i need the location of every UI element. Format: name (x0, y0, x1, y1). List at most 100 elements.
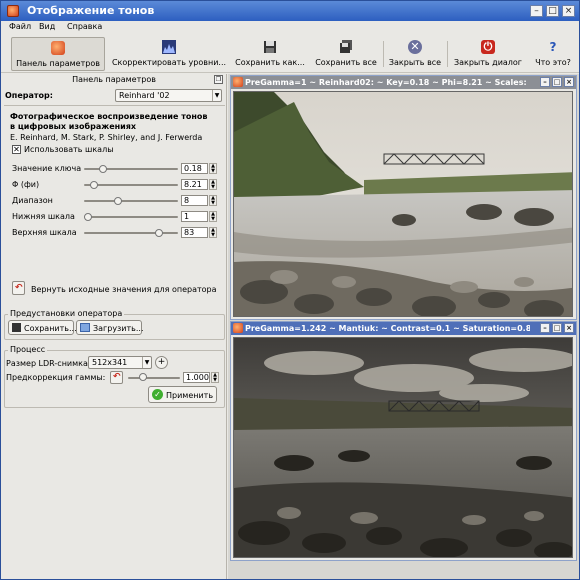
maximize-button[interactable]: □ (552, 323, 562, 333)
use-scales-checkbox[interactable]: ✕ (12, 145, 21, 154)
slider-spinbox[interactable]: 83 (181, 227, 208, 238)
slider-thumb[interactable] (90, 181, 98, 189)
spin-arrows[interactable]: ▲ ▼ (209, 179, 217, 190)
maximize-button[interactable]: □ (546, 5, 559, 17)
slider-spinbox[interactable]: 1 (181, 211, 208, 222)
slider-label: Верхняя шкала (12, 228, 77, 237)
menu-view[interactable]: Вид (39, 22, 55, 31)
menu-bar: Файл Вид Справка (1, 21, 579, 35)
spin-arrows[interactable]: ▲ ▼ (209, 227, 217, 238)
slider-spinbox[interactable]: 8.21 (181, 179, 208, 190)
power-icon: ⏻ (481, 40, 495, 54)
slider-value: 8 (184, 196, 190, 205)
close-all-icon: ✕ (408, 40, 422, 54)
app-icon (233, 77, 243, 87)
toolbar-separator (447, 41, 448, 67)
slider-value: 83 (184, 228, 195, 237)
adjust-levels-button[interactable]: Скорректировать уровни... (109, 37, 229, 71)
gamma-slider-thumb[interactable] (139, 373, 147, 381)
tone-mapping-window: Отображение тонов – □ × Файл Вид Справка… (0, 0, 580, 580)
whats-this-button[interactable]: ? Что это? (529, 37, 577, 71)
save-icon (263, 40, 277, 54)
slider-row: Нижняя шкала 1 ▲ ▼ (10, 211, 220, 223)
slider-thumb[interactable] (99, 165, 107, 173)
ldr-size-select[interactable]: 512x341 ▼ (88, 356, 152, 369)
toolbar-separator (383, 41, 384, 67)
tonemapped-photo-reinhard (233, 91, 573, 317)
apply-button[interactable]: ✓ Применить (148, 386, 217, 403)
paper-title-line-1: Фотографическое воспроизведение тонов (10, 112, 208, 121)
undock-icon[interactable]: ❐ (214, 75, 223, 84)
slider-label: Значение ключа (12, 164, 82, 173)
slider-row: Диапазон 8 ▲ ▼ (10, 195, 220, 207)
close-dialog-button[interactable]: ⏻ Закрыть диалог (450, 37, 526, 71)
subwindow-title-bar[interactable]: PreGamma=1 ~ Reinhard02: ~ Key=0.18 ~ Ph… (231, 76, 576, 89)
result-window-reinhard[interactable]: PreGamma=1 ~ Reinhard02: ~ Key=0.18 ~ Ph… (230, 75, 577, 320)
check-icon: ✓ (152, 389, 163, 400)
spin-arrows[interactable]: ▲ ▼ (209, 211, 217, 222)
gamma-spinbox[interactable]: 1.000 (183, 372, 210, 383)
minimize-button[interactable]: – (540, 323, 550, 333)
slider-thumb[interactable] (155, 229, 163, 237)
slider-row: Верхняя шкала 83 ▲ ▼ (10, 227, 220, 239)
load-preset-button[interactable]: Загрузить... (76, 320, 144, 335)
slider-track[interactable] (84, 184, 178, 186)
spin-arrows[interactable]: ▲ ▼ (209, 195, 217, 206)
undo-icon: ↶ (113, 372, 121, 382)
slider-track[interactable] (84, 200, 178, 202)
ldr-size-label: Размер LDR-снимка: (6, 359, 91, 368)
paper-authors: E. Reinhard, M. Stark, P. Shirley, and J… (10, 133, 203, 142)
slider-value: 8.21 (184, 180, 202, 189)
undo-icon: ↶ (15, 283, 23, 293)
folder-icon (80, 323, 90, 332)
close-all-button[interactable]: ✕ Закрыть все (386, 37, 444, 71)
menu-help[interactable]: Справка (67, 22, 102, 31)
slider-spinbox[interactable]: 8 (181, 195, 208, 206)
panel-title: Панель параметров (72, 75, 156, 84)
slider-track[interactable] (84, 232, 178, 234)
window-title: Отображение тонов (27, 4, 155, 17)
operator-value: Reinhard '02 (119, 91, 170, 100)
process-title: Процесс (8, 345, 48, 354)
close-button[interactable]: × (564, 323, 574, 333)
gamma-spin-arrows[interactable]: ▲ ▼ (211, 372, 219, 383)
save-preset-button[interactable]: Сохранить... (8, 320, 77, 335)
save-all-button[interactable]: Сохранить все (311, 37, 381, 71)
reset-label[interactable]: Вернуть исходные значения для оператора (31, 285, 217, 294)
reset-icon-button[interactable]: ↶ (12, 281, 25, 295)
add-size-icon[interactable]: + (155, 356, 168, 369)
image-workspace: PreGamma=1 ~ Reinhard02: ~ Key=0.18 ~ Ph… (228, 74, 579, 579)
app-icon (7, 5, 19, 17)
slider-thumb[interactable] (114, 197, 122, 205)
slider-track[interactable] (84, 216, 178, 218)
close-button[interactable]: × (562, 5, 575, 17)
slider-label: Диапазон (12, 196, 53, 205)
parameters-panel: Панель параметров ❐ Оператор: Reinhard '… (2, 74, 227, 579)
minimize-button[interactable]: – (540, 77, 550, 87)
subwindow-title-bar[interactable]: PreGamma=1.242 ~ Mantiuk: ~ Contrast=0.1… (231, 322, 576, 335)
gamma-slider-track[interactable] (128, 377, 180, 379)
close-button[interactable]: × (564, 77, 574, 87)
gamma-reset-button[interactable]: ↶ (110, 371, 123, 384)
slider-spinbox[interactable]: 0.18 (181, 163, 208, 174)
subwindow-title: PreGamma=1.242 ~ Mantiuk: ~ Contrast=0.1… (245, 324, 530, 333)
parameters-panel-button[interactable]: Панель параметров (11, 37, 105, 71)
title-bar[interactable]: Отображение тонов – □ × (1, 1, 579, 21)
app-icon (233, 323, 243, 333)
slider-value: 1 (184, 212, 190, 221)
minimize-button[interactable]: – (530, 5, 543, 17)
use-scales-label: Использовать шкалы (24, 145, 114, 154)
slider-thumb[interactable] (84, 213, 92, 221)
slider-label: Φ (фи) (12, 180, 40, 189)
slider-label: Нижняя шкала (12, 212, 75, 221)
maximize-button[interactable]: □ (552, 77, 562, 87)
spin-arrows[interactable]: ▲ ▼ (209, 163, 217, 174)
operator-select[interactable]: Reinhard '02 ▼ (115, 89, 222, 102)
save-as-button[interactable]: Сохранить как... (232, 37, 308, 71)
toolbar: Панель параметров Скорректировать уровни… (1, 35, 579, 73)
parameters-panel-icon (51, 41, 65, 55)
menu-file[interactable]: Файл (9, 22, 31, 31)
gamma-label: Предкоррекция гаммы: (6, 373, 106, 382)
tonemapped-photo-mantiuk (233, 337, 573, 558)
result-window-mantiuk[interactable]: PreGamma=1.242 ~ Mantiuk: ~ Contrast=0.1… (230, 321, 577, 561)
